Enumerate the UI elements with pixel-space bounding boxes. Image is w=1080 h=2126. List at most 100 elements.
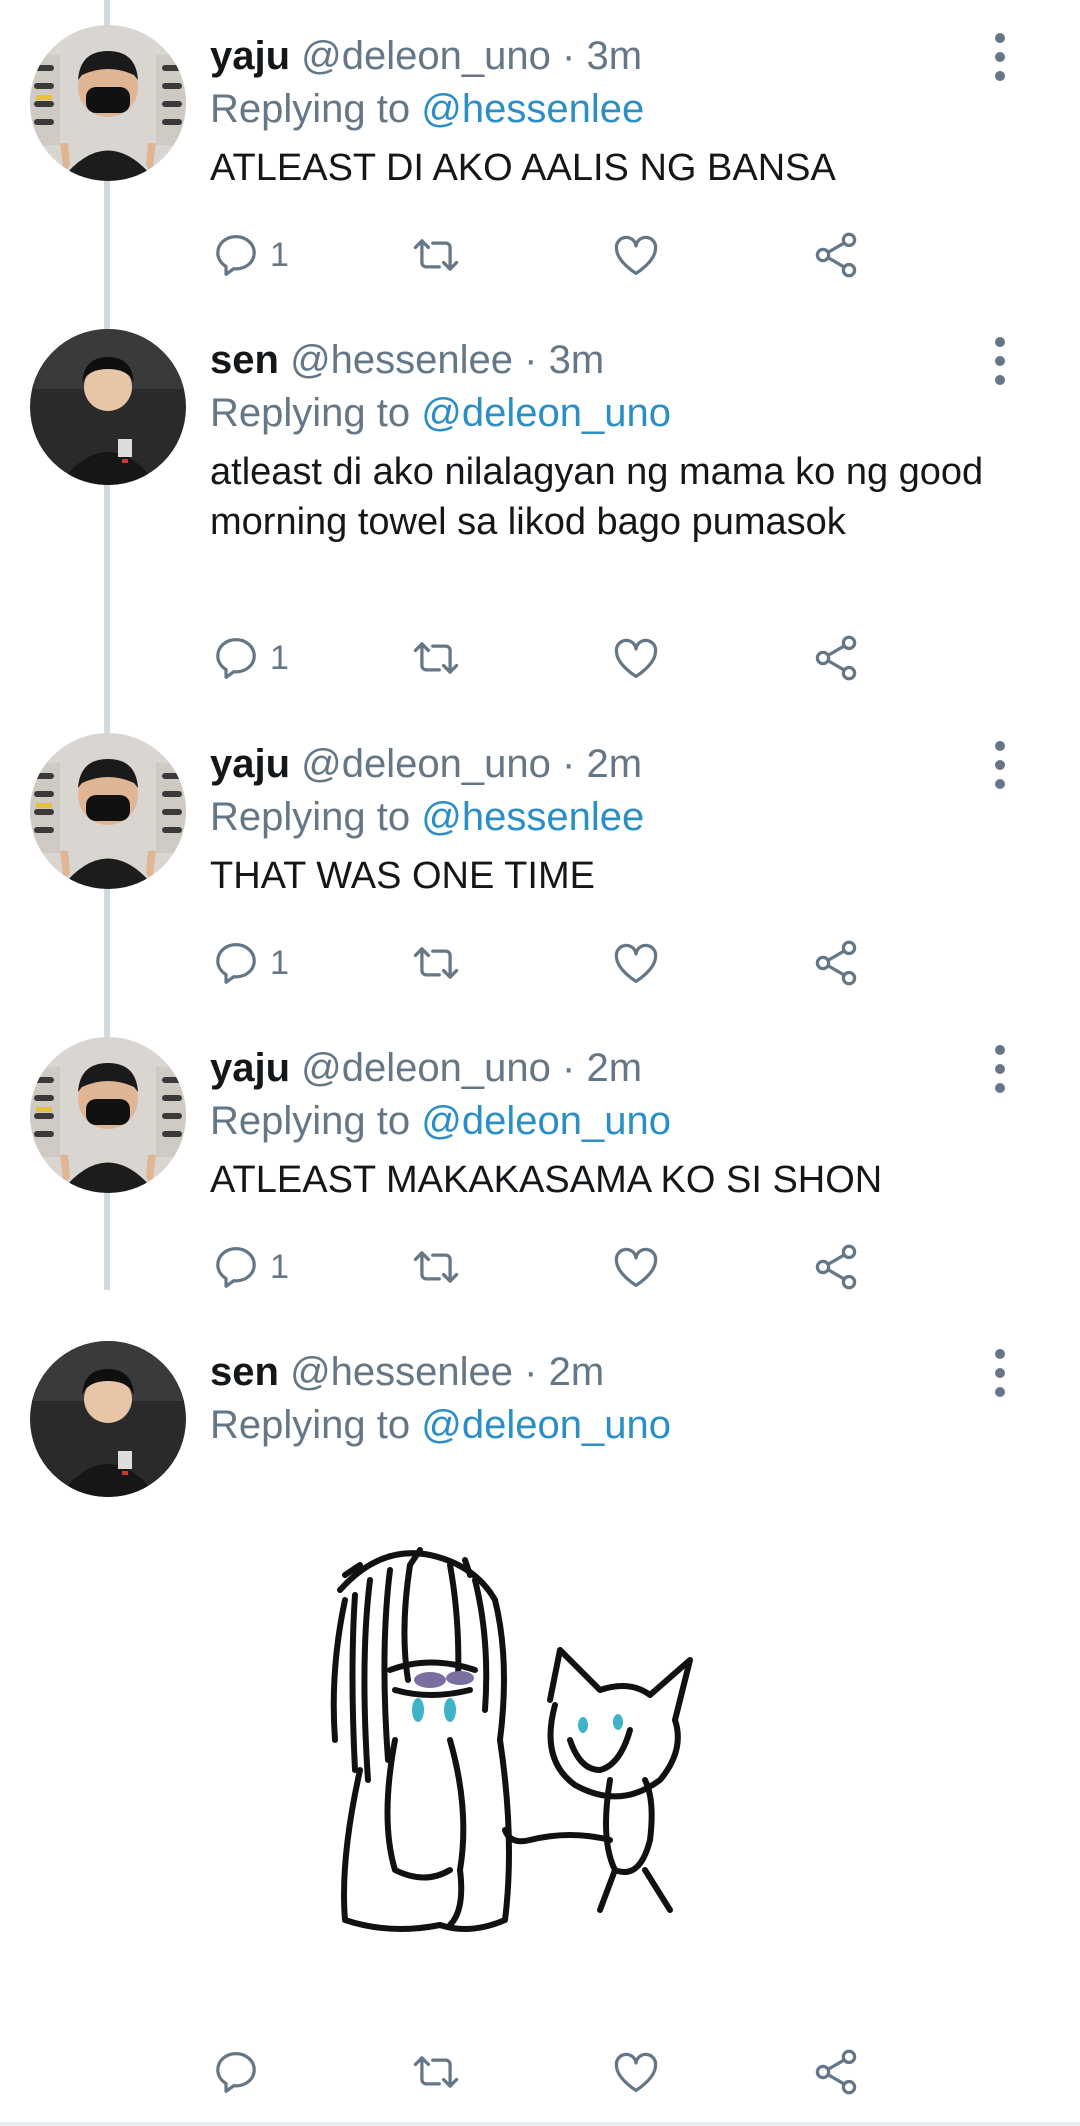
- reply-button[interactable]: 1: [210, 628, 289, 688]
- tweet-media-image[interactable]: [300, 1540, 800, 1980]
- replying-to-handle[interactable]: @hessenlee: [421, 795, 644, 839]
- user-handle[interactable]: @deleon_uno: [301, 1046, 551, 1090]
- user-handle[interactable]: @deleon_uno: [301, 34, 551, 78]
- share-icon: [815, 232, 857, 278]
- heart-icon: [614, 943, 658, 984]
- display-name[interactable]: yaju: [210, 742, 290, 786]
- avatar[interactable]: [30, 1037, 186, 1193]
- replying-to-label: Replying to: [210, 1099, 411, 1143]
- tweet-text: ATLEAST MAKAKASAMA KO SI SHON: [210, 1159, 883, 1201]
- reply-icon: [216, 2051, 256, 2093]
- replying-to-label: Replying to: [210, 1403, 411, 1447]
- replying-to-line: Replying to @deleon_uno: [210, 387, 671, 439]
- more-vertical-icon[interactable]: [985, 1349, 1015, 1397]
- more-vertical-icon[interactable]: [985, 741, 1015, 789]
- replying-to-handle[interactable]: @hessenlee: [421, 87, 644, 131]
- reply-icon: [216, 637, 256, 679]
- share-icon: [815, 2049, 857, 2095]
- reply-button[interactable]: [210, 2042, 262, 2102]
- masked-person-avatar: [30, 733, 186, 889]
- reply-count: 1: [270, 638, 289, 677]
- replying-to-handle[interactable]: @deleon_uno: [421, 1099, 671, 1143]
- tweet-actions: 1: [210, 225, 910, 285]
- reply-count: 1: [270, 1247, 289, 1286]
- share-button[interactable]: [810, 933, 862, 993]
- like-button[interactable]: [610, 628, 662, 688]
- user-handle[interactable]: @hessenlee: [290, 338, 513, 382]
- timestamp[interactable]: 3m: [549, 338, 605, 382]
- reply-count: 1: [270, 235, 289, 274]
- share-icon: [815, 940, 857, 986]
- reply-button[interactable]: 1: [210, 225, 289, 285]
- timestamp[interactable]: 2m: [586, 742, 642, 786]
- tweet-text: atleast di ako nilalagyan ng mama ko ng …: [210, 451, 984, 543]
- replying-to-handle[interactable]: @deleon_uno: [421, 391, 671, 435]
- separator-dot: ·: [524, 338, 538, 382]
- retweet-icon: [413, 642, 459, 674]
- retweet-button[interactable]: [410, 225, 462, 285]
- timestamp[interactable]: 2m: [549, 1350, 605, 1394]
- more-vertical-icon[interactable]: [985, 337, 1015, 385]
- reply-icon: [216, 1246, 256, 1288]
- reply-count: 1: [270, 943, 289, 982]
- avatar[interactable]: [30, 329, 186, 485]
- replying-to-handle[interactable]: @deleon_uno: [421, 1403, 671, 1447]
- display-name[interactable]: yaju: [210, 34, 290, 78]
- tweet-header: sen @hessenlee · 2m: [210, 1346, 604, 1398]
- replying-to-line: Replying to @hessenlee: [210, 83, 644, 135]
- avatar[interactable]: [30, 733, 186, 889]
- like-button[interactable]: [610, 2042, 662, 2102]
- tweet-header: yaju @deleon_uno · 2m: [210, 1042, 642, 1094]
- dark-shirt-person-avatar: [30, 329, 186, 485]
- tweet-actions: 1: [210, 933, 910, 993]
- bottom-divider: [0, 2122, 1080, 2126]
- avatar[interactable]: [30, 1341, 186, 1497]
- separator-dot: ·: [562, 34, 576, 78]
- heart-icon: [614, 638, 658, 679]
- tweet-actions: [210, 2042, 910, 2102]
- heart-icon: [614, 1247, 658, 1288]
- crying-girl-and-cat-drawing: [330, 1547, 693, 1932]
- share-button[interactable]: [810, 628, 862, 688]
- tweet-header: yaju @deleon_uno · 2m: [210, 738, 642, 790]
- like-button[interactable]: [610, 1237, 662, 1297]
- share-button[interactable]: [810, 225, 862, 285]
- tweet-header: yaju @deleon_uno · 3m: [210, 30, 642, 82]
- user-handle[interactable]: @hessenlee: [290, 1350, 513, 1394]
- masked-person-avatar: [30, 25, 186, 181]
- heart-icon: [614, 2052, 658, 2093]
- replying-to-label: Replying to: [210, 795, 411, 839]
- retweet-button[interactable]: [410, 933, 462, 993]
- like-button[interactable]: [610, 933, 662, 993]
- display-name[interactable]: sen: [210, 1350, 279, 1394]
- share-icon: [815, 635, 857, 681]
- retweet-button[interactable]: [410, 1237, 462, 1297]
- more-vertical-icon[interactable]: [985, 1045, 1015, 1093]
- timestamp[interactable]: 2m: [586, 1046, 642, 1090]
- tweet-header: sen @hessenlee · 3m: [210, 334, 604, 386]
- more-vertical-icon[interactable]: [985, 33, 1015, 81]
- avatar[interactable]: [30, 25, 186, 181]
- tweet-actions: 1: [210, 628, 910, 688]
- display-name[interactable]: sen: [210, 338, 279, 382]
- tweet-thread: yaju @deleon_uno · 3m Replying to @hesse…: [0, 0, 1080, 2126]
- separator-dot: ·: [562, 742, 576, 786]
- replying-to-line: Replying to @deleon_uno: [210, 1399, 671, 1451]
- reply-button[interactable]: 1: [210, 933, 289, 993]
- share-button[interactable]: [810, 2042, 862, 2102]
- masked-person-avatar: [30, 1037, 186, 1193]
- separator-dot: ·: [524, 1350, 538, 1394]
- retweet-button[interactable]: [410, 628, 462, 688]
- share-icon: [815, 1244, 857, 1290]
- like-button[interactable]: [610, 225, 662, 285]
- timestamp[interactable]: 3m: [586, 34, 642, 78]
- replying-to-line: Replying to @hessenlee: [210, 791, 644, 843]
- retweet-icon: [413, 1251, 459, 1283]
- retweet-icon: [413, 2056, 459, 2088]
- share-button[interactable]: [810, 1237, 862, 1297]
- retweet-button[interactable]: [410, 2042, 462, 2102]
- reply-button[interactable]: 1: [210, 1237, 289, 1297]
- user-handle[interactable]: @deleon_uno: [301, 742, 551, 786]
- dark-shirt-person-avatar: [30, 1341, 186, 1497]
- display-name[interactable]: yaju: [210, 1046, 290, 1090]
